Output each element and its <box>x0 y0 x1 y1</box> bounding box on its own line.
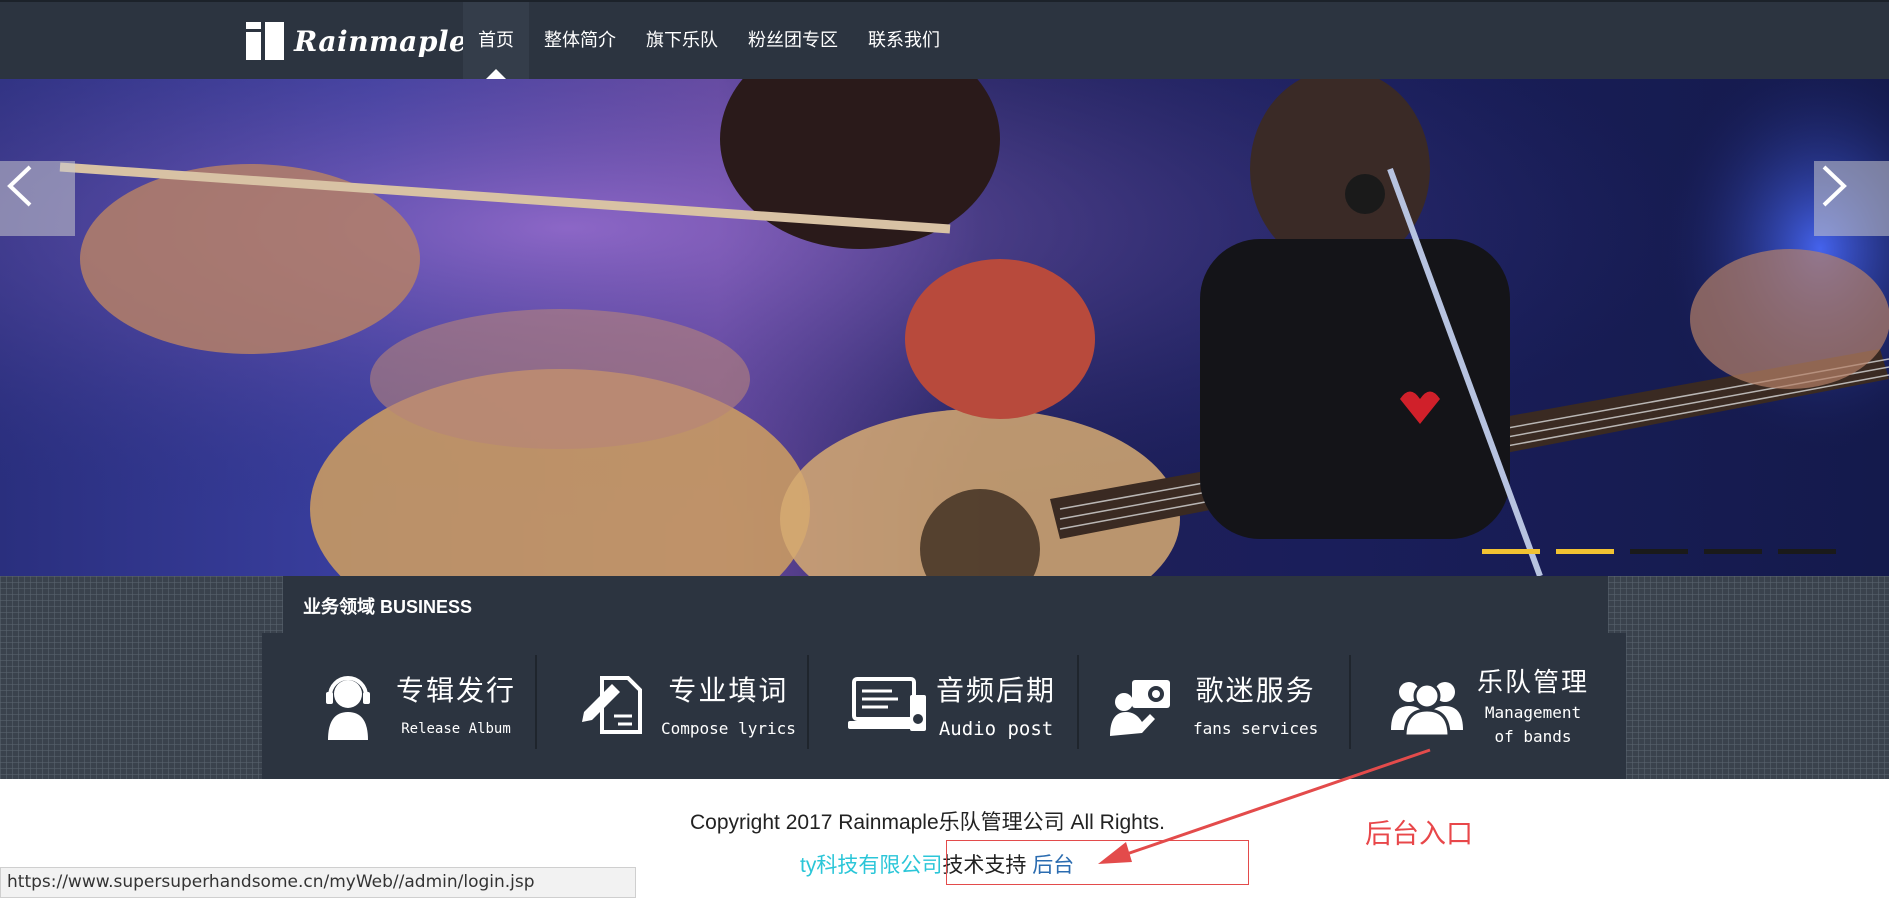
company-link[interactable]: ty科技有限公司 <box>800 854 942 877</box>
slider-next-button[interactable] <box>1814 161 1889 236</box>
slider-dot-3[interactable] <box>1630 549 1688 554</box>
business-divider <box>1349 655 1351 749</box>
slider-dots <box>1482 549 1836 554</box>
nav-item-home[interactable]: 首页 <box>463 2 529 79</box>
headset-user-icon <box>312 669 384 741</box>
business-item-title: 音频后期 <box>936 674 1057 707</box>
business-item-title: 乐队管理 <box>1477 667 1590 698</box>
business-item-band-management[interactable]: 乐队管理 Management of bands <box>1387 655 1589 755</box>
slider-dot-1[interactable] <box>1482 549 1540 554</box>
browser-status-bar: https://www.supersuperhandsome.cn/myWeb/… <box>0 867 636 898</box>
business-title: 业务领域 BUSINESS <box>303 597 473 617</box>
copyright-text: Copyright 2017 Rainmaple乐队管理公司 All Right… <box>690 811 1166 834</box>
business-item-subtitle: Management of bands <box>1477 701 1589 749</box>
slider-dot-2[interactable] <box>1556 549 1614 554</box>
annotation-label: 后台入口 <box>1365 819 1473 850</box>
business-item-subtitle-line: of bands <box>1494 726 1572 746</box>
business-item-subtitle: fans services <box>1193 719 1319 738</box>
business-item-release-album[interactable]: 专辑发行 Release Album <box>312 655 516 755</box>
fan-service-icon <box>1105 669 1177 741</box>
business-item-title: 专辑发行 <box>396 674 517 707</box>
pen-document-icon <box>577 669 649 741</box>
brand-logo[interactable]: Rainmaple <box>246 22 467 60</box>
business-item-title: 歌迷服务 <box>1195 674 1316 707</box>
computer-audio-icon <box>846 669 930 741</box>
business-item-subtitle: Compose lyrics <box>661 719 796 738</box>
slider-prev-button[interactable] <box>0 161 75 236</box>
chevron-left-icon <box>7 165 32 207</box>
nav-item-fan-zone[interactable]: 粉丝团专区 <box>733 2 853 79</box>
business-panel: 专辑发行 Release Album 专业填词 Compose lyrics 音… <box>262 633 1626 779</box>
nav-item-contact[interactable]: 联系我们 <box>853 2 955 79</box>
annotation-highlight-box <box>946 840 1249 885</box>
nav-item-overview[interactable]: 整体简介 <box>529 2 631 79</box>
business-divider <box>807 655 809 749</box>
business-item-subtitle-line: Management <box>1484 702 1582 722</box>
nav-item-bands[interactable]: 旗下乐队 <box>631 2 733 79</box>
business-item-compose-lyrics[interactable]: 专业填词 Compose lyrics <box>577 655 796 755</box>
business-divider <box>535 655 537 749</box>
chevron-right-icon <box>1822 165 1847 207</box>
business-item-title: 专业填词 <box>668 674 789 707</box>
business-item-fans-services[interactable]: 歌迷服务 fans services <box>1105 655 1318 755</box>
band-group-icon <box>1387 669 1467 741</box>
logo-mark-icon <box>246 22 284 60</box>
business-item-subtitle: Audio post <box>938 718 1054 740</box>
business-divider <box>1077 655 1079 749</box>
business-header: 业务领域 BUSINESS <box>283 576 1608 633</box>
business-item-subtitle: Release Album <box>401 721 511 737</box>
hero-slider <box>0 79 1889 576</box>
main-nav: 首页 整体简介 旗下乐队 粉丝团专区 联系我们 <box>463 2 955 79</box>
top-navbar: Rainmaple 首页 整体简介 旗下乐队 粉丝团专区 联系我们 <box>0 0 1889 79</box>
brand-name: Rainmaple <box>294 24 468 58</box>
business-item-audio-post[interactable]: 音频后期 Audio post <box>846 655 1056 755</box>
hero-concert-image <box>0 79 1889 576</box>
slider-dot-5[interactable] <box>1778 549 1836 554</box>
slider-dot-4[interactable] <box>1704 549 1762 554</box>
